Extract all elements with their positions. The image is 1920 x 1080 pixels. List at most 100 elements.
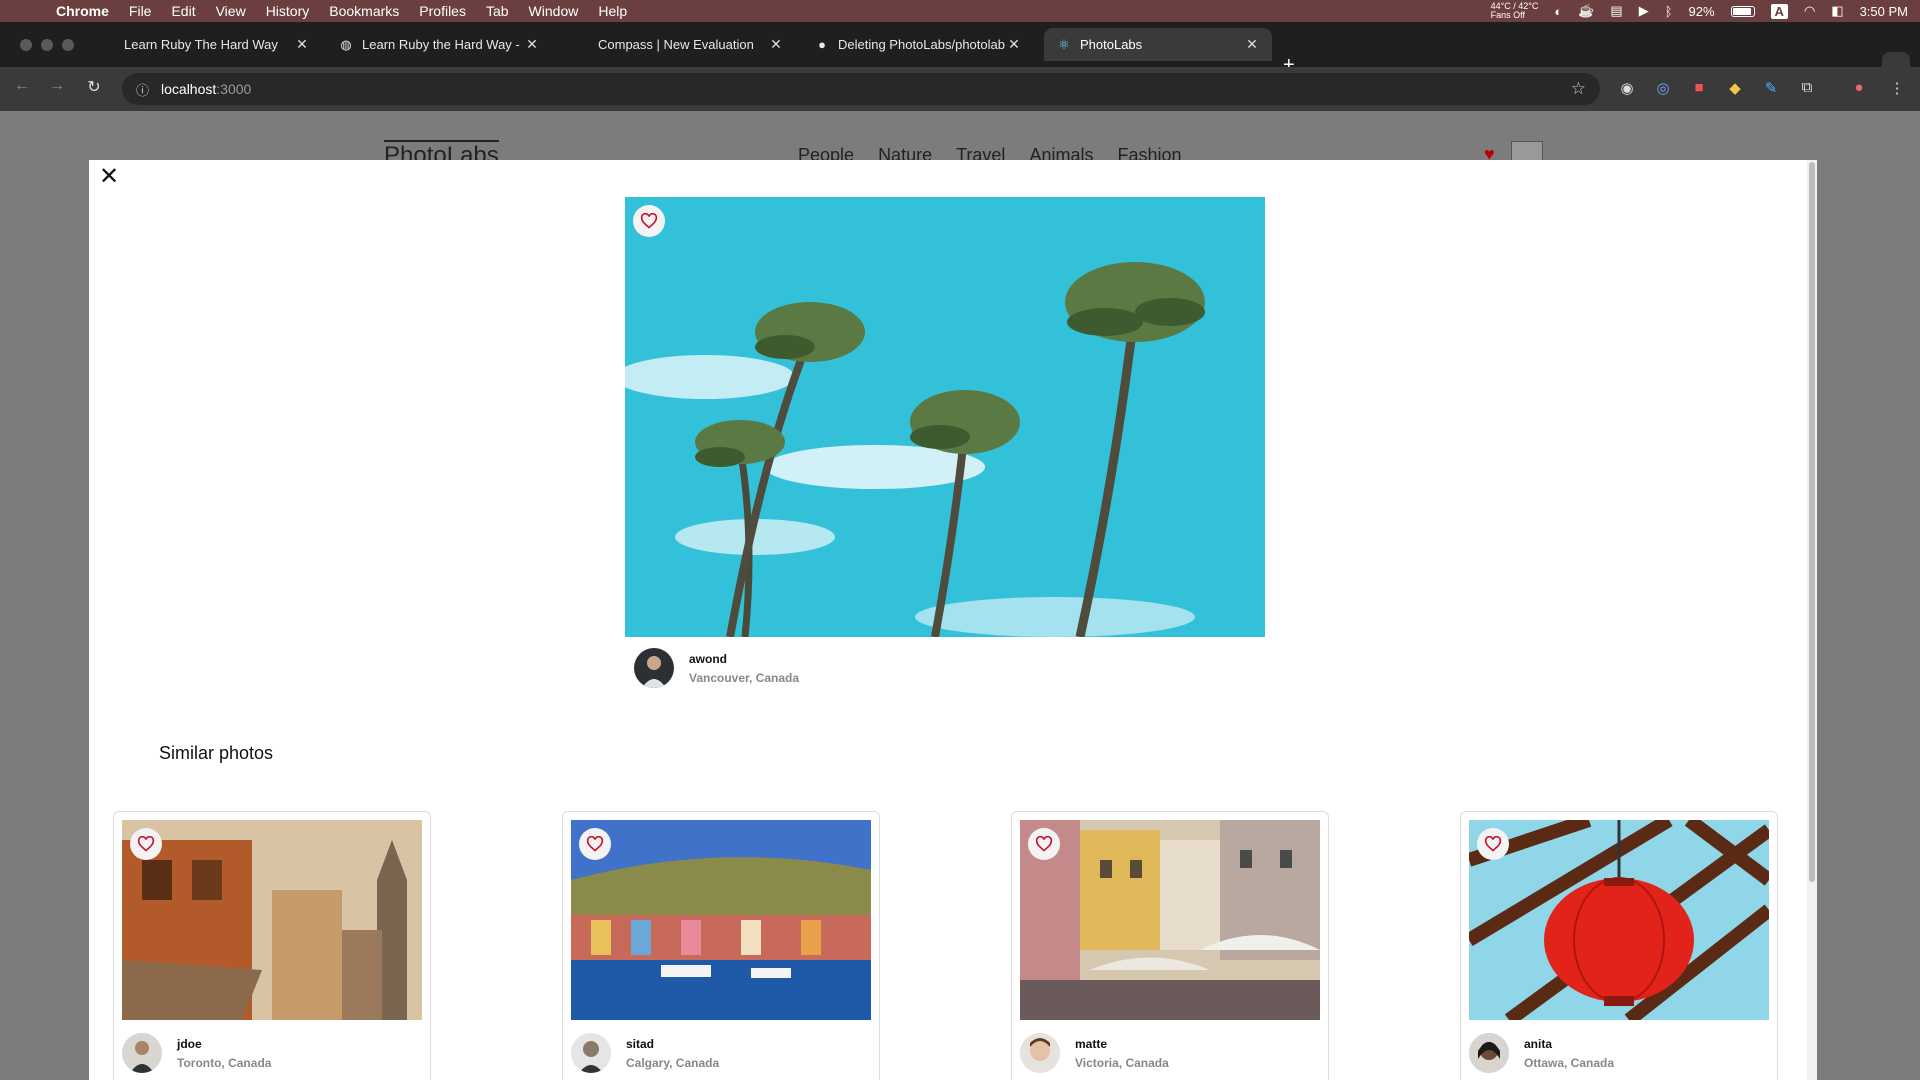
tab-close-icon[interactable]: ✕ [1244,36,1260,53]
menu-profiles[interactable]: Profiles [409,3,476,19]
avatar [634,648,674,688]
user-info: awond Vancouver, Canada [689,652,799,685]
site-info-icon[interactable]: ⓘ [136,80,149,99]
similar-photo-card[interactable]: sitad Calgary, Canada [562,811,880,1080]
extensions-puzzle-icon[interactable]: ⧉ [1796,79,1818,96]
card-user: jdoe Toronto, Canada [122,1033,271,1073]
tab-compass[interactable]: Compass | New Evaluation ✕ [586,28,796,61]
tab-close-icon[interactable]: ✕ [524,36,540,53]
username: anita [1524,1036,1553,1051]
menu-file[interactable]: File [119,3,162,19]
grammarly-icon[interactable]: ◐ [1554,4,1562,19]
card-user: sitad Calgary, Canada [571,1033,719,1073]
tab-learn-ruby-r[interactable]: ◍ Learn Ruby the Hard Way - R ✕ [326,28,552,61]
user-location: Vancouver, Canada [689,670,800,685]
tab-title: Learn Ruby the Hard Way - R [362,37,524,52]
battery-icon[interactable] [1730,5,1755,17]
github-icon: ● [818,37,826,52]
browser-toolbar: ← → ↻ ⓘ localhost:3000 ☆ ◉ ◎ ■ ◆ ✎ ⧉ ● ⋮ [0,67,1920,111]
tab-github[interactable]: ● Deleting PhotoLabs/photolab ✕ [802,28,1034,61]
extension-translate-icon[interactable]: ◎ [1652,79,1674,97]
favourite-button[interactable] [579,828,611,860]
favourite-button[interactable] [130,828,162,860]
macos-menubar: Chrome File Edit View History Bookmarks … [0,0,1920,22]
forward-arrow-icon[interactable]: → [45,77,69,95]
favourite-button[interactable] [1477,828,1509,860]
username: sitad [626,1036,655,1051]
main-photo [625,197,1265,637]
address-bar[interactable]: ⓘ localhost:3000 ☆ [122,73,1600,105]
fans-text: Fans Off [1490,10,1525,20]
bluetooth-icon[interactable]: ᛒ [1665,4,1673,19]
username: awond [689,651,727,666]
profile-photo [1020,1033,1060,1073]
globe-icon: ◍ [340,36,352,52]
photo-details-modal: ✕ awond Vancouver, Canada Similar photos… [89,160,1817,1080]
avatar [571,1033,611,1073]
chrome-menu-icon[interactable]: ⋮ [1886,79,1908,97]
avatar [1469,1033,1509,1073]
coffee-icon[interactable]: ☕ [1578,3,1594,19]
card-photo[interactable] [1020,820,1320,1020]
profile-photo [571,1033,611,1073]
username: matte [1075,1036,1108,1051]
heart-icon [640,213,658,229]
tab-close-icon[interactable]: ✕ [768,36,784,53]
menu-tab[interactable]: Tab [476,3,519,19]
heart-icon [586,836,604,852]
zoom-window-button[interactable] [62,39,74,51]
menu-history[interactable]: History [256,3,320,19]
username: jdoe [177,1036,202,1051]
play-icon[interactable]: ▶ [1639,3,1649,19]
scrollbar-thumb[interactable] [1809,162,1815,882]
bookmark-star-icon[interactable]: ☆ [1571,79,1586,99]
user-info: sitad Calgary, Canada [626,1037,719,1070]
react-icon: ⚛ [1058,36,1070,52]
similar-photo-card[interactable]: anita Ottawa, Canada [1460,811,1778,1080]
menu-window[interactable]: Window [519,3,589,19]
minimize-window-button[interactable] [41,39,53,51]
tab-learn-ruby[interactable]: Learn Ruby The Hard Way ✕ [112,28,322,61]
status-area: 44°C / 42°C Fans Off ◐ ☕ ▤ ▶ ᛒ 92% A ◠ ◧… [1491,0,1908,22]
control-center-icon[interactable]: ◧ [1831,3,1843,19]
menu-help[interactable]: Help [588,3,637,19]
tab-close-icon[interactable]: ✕ [1006,36,1022,53]
wifi-icon[interactable]: ◠ [1804,3,1815,19]
card-photo[interactable] [1469,820,1769,1020]
user-info: matte Victoria, Canada [1075,1037,1169,1070]
profile-avatar-icon[interactable]: ● [1848,79,1870,96]
menu-bookmarks[interactable]: Bookmarks [319,3,409,19]
similar-photo-card[interactable]: matte Victoria, Canada [1011,811,1329,1080]
card-photo[interactable] [571,820,871,1020]
tab-title: PhotoLabs [1080,37,1143,52]
close-window-button[interactable] [20,39,32,51]
similar-photo-card[interactable]: jdoe Toronto, Canada [113,811,431,1080]
menu-app-name[interactable]: Chrome [46,3,119,19]
heart-icon [137,836,155,852]
favourite-button[interactable] [1028,828,1060,860]
extension-cheese-icon[interactable]: ◆ [1724,79,1746,97]
tab-photolabs[interactable]: ⚛ PhotoLabs ✕ [1044,28,1272,61]
modal-scrollbar[interactable] [1807,160,1817,1080]
back-arrow-icon[interactable]: ← [10,77,34,95]
favourite-button[interactable] [633,205,665,237]
menu-view[interactable]: View [206,3,256,19]
keyboard-icon[interactable]: ▤ [1610,3,1622,19]
reload-icon[interactable]: ↻ [82,77,106,97]
similar-photos-heading: Similar photos [159,743,274,763]
extension-tool-icon[interactable]: ✎ [1760,79,1782,97]
user-info: jdoe Toronto, Canada [177,1037,271,1070]
input-source-indicator[interactable]: A [1770,3,1788,19]
tab-close-icon[interactable]: ✕ [294,36,310,53]
menubar-clock[interactable]: 3:50 PM [1860,4,1908,19]
tab-strip: Learn Ruby The Hard Way ✕ ◍ Learn Ruby t… [0,22,1920,80]
menu-edit[interactable]: Edit [161,3,205,19]
close-icon[interactable]: ✕ [97,165,121,190]
user-location: Toronto, Canada [177,1055,272,1070]
tab-title: Learn Ruby The Hard Way [124,37,278,52]
extension-red-icon[interactable]: ■ [1688,79,1710,96]
temperature-readout[interactable]: 44°C / 42°C Fans Off [1491,2,1539,20]
extension-cookie-icon[interactable]: ◉ [1616,79,1638,97]
card-photo[interactable] [122,820,422,1020]
user-location: Ottawa, Canada [1524,1055,1615,1070]
